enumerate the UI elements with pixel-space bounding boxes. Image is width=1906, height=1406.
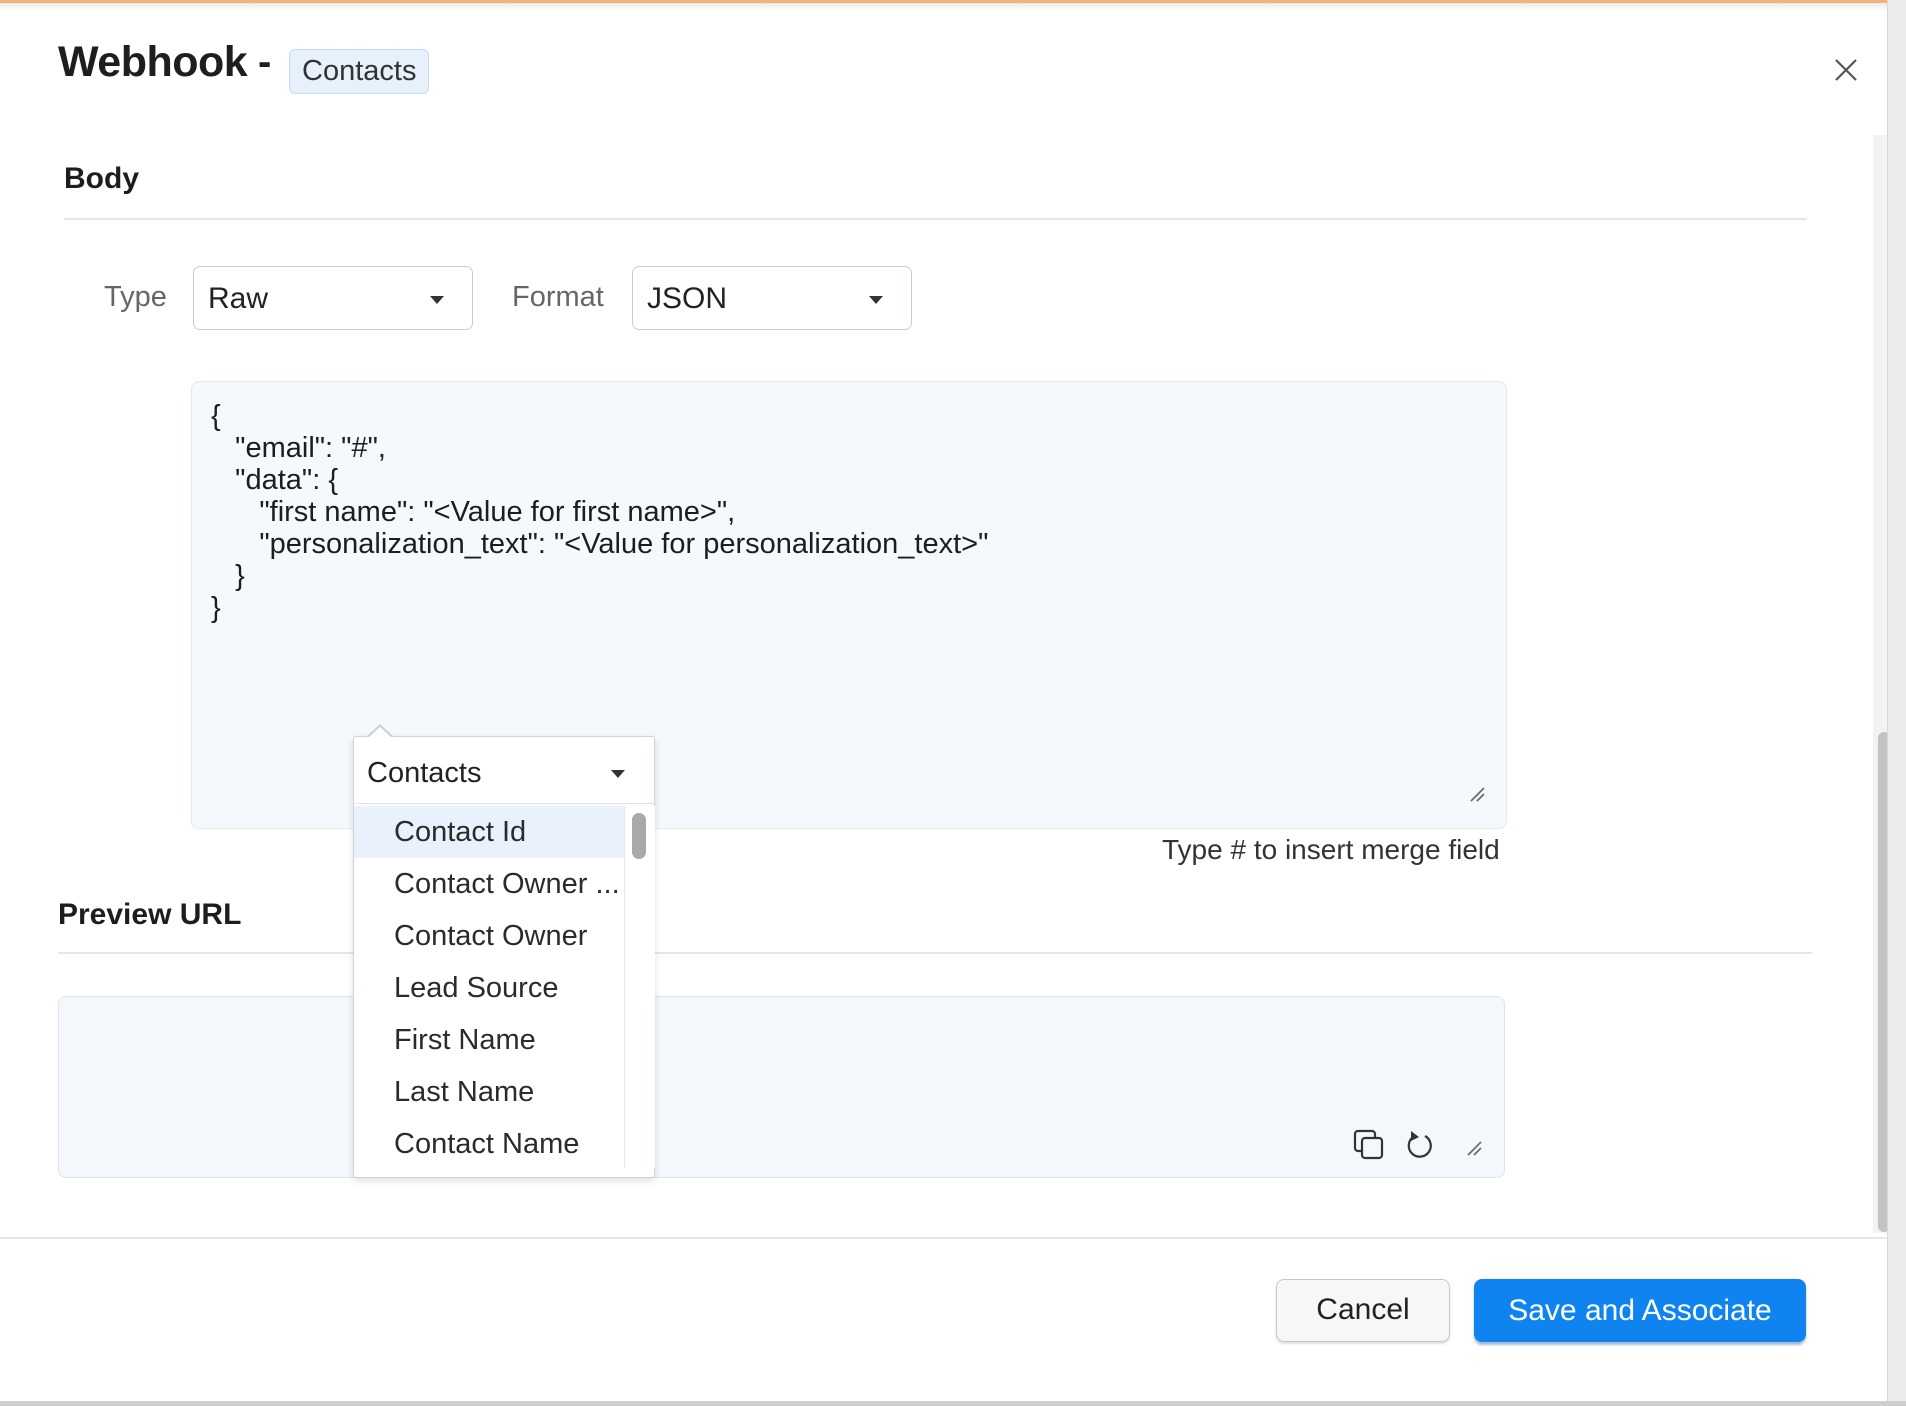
body-divider	[64, 218, 1807, 220]
dropdown-module-select[interactable]: Contacts	[353, 742, 655, 804]
dropdown-scrollbar-track[interactable]	[624, 806, 655, 1168]
chevron-down-icon	[611, 770, 625, 778]
dropdown-module-value: Contacts	[367, 757, 482, 789]
preview-resize-handle-icon[interactable]	[1466, 1140, 1484, 1158]
copy-icon[interactable]	[1351, 1127, 1387, 1163]
body-editor-content[interactable]: { "email": "#", "data": { "first name": …	[211, 400, 988, 624]
window-edge	[1888, 0, 1906, 1406]
window-bottom-edge	[0, 1401, 1906, 1406]
preview-section-title: Preview URL	[58, 898, 242, 931]
format-select[interactable]: JSON	[632, 266, 912, 330]
window-top-shadow	[0, 3, 1906, 11]
format-select-value: JSON	[647, 282, 728, 315]
merge-field-item[interactable]: Contact Owner ...	[354, 858, 624, 910]
body-section-title: Body	[64, 162, 139, 195]
merge-field-item[interactable]: First Name	[354, 1014, 624, 1066]
preview-url-field[interactable]	[58, 996, 1505, 1178]
chevron-down-icon	[430, 296, 444, 304]
type-select[interactable]: Raw	[193, 266, 473, 330]
type-label: Type	[104, 281, 167, 313]
chevron-down-icon	[869, 296, 883, 304]
dropdown-pointer-fill	[368, 727, 392, 738]
type-select-value: Raw	[208, 282, 269, 315]
merge-field-list: Contact Id Contact Owner ... Contact Own…	[354, 806, 624, 1170]
merge-field-item[interactable]: Contact Name	[354, 1118, 624, 1170]
footer-divider	[0, 1237, 1887, 1239]
merge-field-item[interactable]: Contact Owner	[354, 910, 624, 962]
dropdown-scrollbar-thumb[interactable]	[632, 813, 646, 859]
preview-divider	[58, 952, 1812, 954]
editor-resize-handle-icon[interactable]	[1469, 786, 1487, 804]
module-badge: Contacts	[289, 49, 430, 94]
cancel-button[interactable]: Cancel	[1276, 1279, 1450, 1342]
refresh-icon[interactable]	[1402, 1128, 1438, 1164]
modal-title: Webhook	[58, 38, 248, 86]
close-icon[interactable]	[1828, 52, 1864, 88]
merge-field-item[interactable]: Last Name	[354, 1066, 624, 1118]
save-and-associate-button[interactable]: Save and Associate	[1474, 1279, 1806, 1342]
format-label: Format	[512, 281, 604, 313]
title-separator: -	[258, 40, 272, 84]
merge-field-item[interactable]: Lead Source	[354, 962, 624, 1014]
merge-field-item[interactable]: Contact Id	[354, 806, 624, 858]
merge-field-hint: Type # to insert merge field	[1162, 834, 1500, 865]
